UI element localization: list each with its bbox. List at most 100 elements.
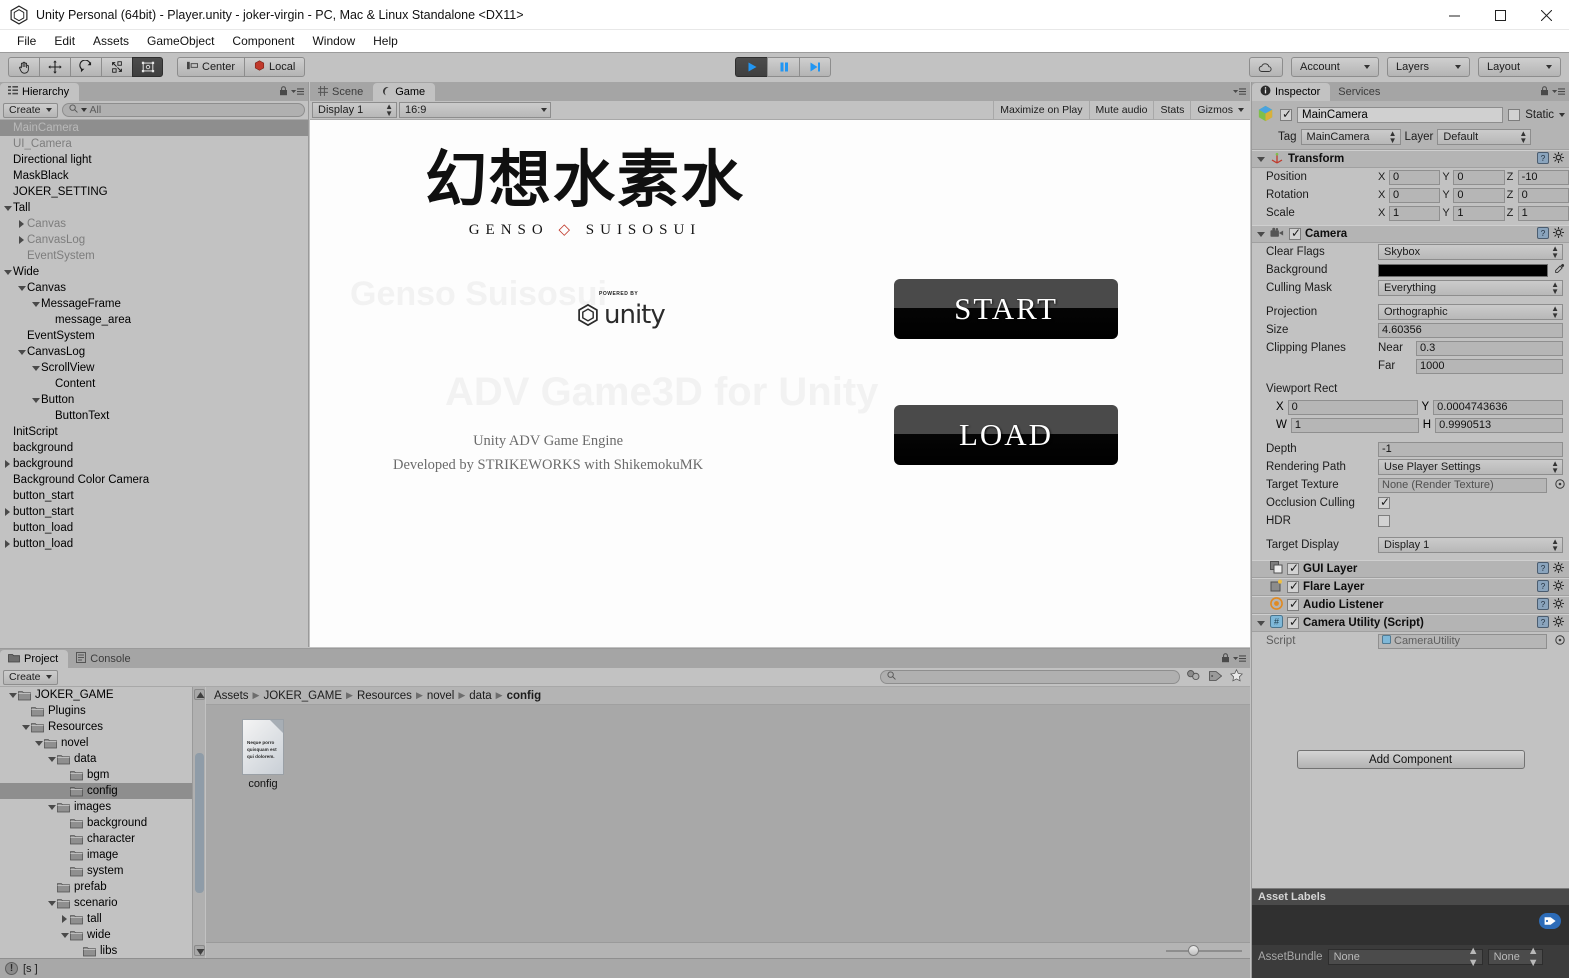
status-bar[interactable]: ! [s ] bbox=[0, 958, 1250, 978]
aspect-dropdown[interactable]: 16:9 bbox=[399, 102, 551, 118]
help-icon[interactable]: ? bbox=[1537, 151, 1549, 167]
menu-edit[interactable]: Edit bbox=[45, 32, 84, 50]
rotate-tool-button[interactable] bbox=[70, 56, 101, 77]
viewport-x-field[interactable]: 0 bbox=[1287, 399, 1418, 415]
hierarchy-item[interactable]: background bbox=[0, 456, 308, 472]
maximize-button[interactable] bbox=[1477, 0, 1523, 30]
hdr-checkbox[interactable] bbox=[1378, 515, 1390, 527]
hierarchy-item[interactable]: InitScript bbox=[0, 424, 308, 440]
target-display-dropdown[interactable]: Display 1 ▲ ▼ bbox=[1378, 537, 1563, 553]
project-create-button[interactable]: Create bbox=[3, 669, 58, 685]
gui-layer-component-header[interactable]: GUI Layer ? bbox=[1252, 560, 1569, 578]
chevron-down-icon[interactable] bbox=[2, 205, 13, 211]
panel-menu-icon[interactable] bbox=[1233, 87, 1246, 99]
flare-layer-enabled-checkbox[interactable] bbox=[1287, 579, 1300, 593]
hierarchy-item[interactable]: Wide bbox=[0, 264, 308, 280]
scale-z-field[interactable]: 1 bbox=[1517, 205, 1569, 221]
project-tree-item[interactable]: data bbox=[0, 751, 204, 767]
project-tree-item[interactable]: scenario bbox=[0, 895, 204, 911]
asset-labels-body[interactable] bbox=[1252, 905, 1569, 945]
rotation-x-field[interactable]: 0 bbox=[1389, 187, 1441, 203]
viewport-h-field[interactable]: 0.9990513 bbox=[1435, 417, 1564, 433]
gear-icon[interactable] bbox=[1553, 615, 1565, 631]
audio-listener-enabled-checkbox[interactable] bbox=[1287, 597, 1300, 611]
lock-icon[interactable] bbox=[1540, 86, 1549, 99]
project-tree-item[interactable]: prefab bbox=[0, 879, 204, 895]
chevron-down-icon[interactable] bbox=[46, 756, 57, 762]
breadcrumb-segment[interactable]: config bbox=[507, 690, 542, 702]
pivot-mode-button[interactable]: Center bbox=[177, 56, 245, 77]
close-button[interactable] bbox=[1523, 0, 1569, 30]
gear-icon[interactable] bbox=[1553, 226, 1565, 242]
clear-flags-dropdown[interactable]: Skybox ▲ ▼ bbox=[1378, 244, 1563, 260]
gear-icon[interactable] bbox=[1553, 151, 1565, 167]
play-button[interactable] bbox=[735, 57, 767, 77]
menu-file[interactable]: File bbox=[8, 32, 45, 50]
hierarchy-item[interactable]: message_area bbox=[0, 312, 308, 328]
chevron-right-icon[interactable] bbox=[2, 540, 13, 548]
menu-help[interactable]: Help bbox=[364, 32, 407, 50]
transform-component-header[interactable]: Transform ? bbox=[1252, 150, 1569, 168]
project-tree-item[interactable]: libs bbox=[0, 943, 204, 958]
tag-icon[interactable] bbox=[1539, 913, 1561, 929]
hierarchy-item[interactable]: button_load bbox=[0, 520, 308, 536]
breadcrumb-segment[interactable]: novel bbox=[427, 690, 455, 702]
chevron-down-icon[interactable] bbox=[7, 692, 18, 698]
hierarchy-create-button[interactable]: Create bbox=[3, 102, 58, 118]
camera-enabled-checkbox[interactable] bbox=[1289, 226, 1302, 240]
chevron-down-icon[interactable] bbox=[16, 285, 27, 291]
panel-menu-icon[interactable] bbox=[1233, 654, 1246, 666]
cloud-button[interactable] bbox=[1249, 57, 1283, 77]
chevron-right-icon[interactable] bbox=[2, 460, 13, 468]
help-icon[interactable]: ? bbox=[1537, 226, 1549, 242]
flare-layer-component-header[interactable]: Flare Layer ? bbox=[1252, 578, 1569, 596]
hierarchy-item[interactable]: button_start bbox=[0, 504, 308, 520]
move-tool-button[interactable] bbox=[39, 56, 70, 77]
layer-dropdown[interactable]: Default ▲ ▼ bbox=[1437, 129, 1532, 145]
display-dropdown[interactable]: Display 1 ▲ ▼ bbox=[312, 102, 397, 118]
tag-dropdown[interactable]: MainCamera ▲ ▼ bbox=[1300, 129, 1401, 145]
tab-hierarchy[interactable]: Hierarchy bbox=[0, 83, 80, 101]
chevron-down-icon[interactable] bbox=[2, 269, 13, 275]
hierarchy-item[interactable]: MaskBlack bbox=[0, 168, 308, 184]
object-picker-icon[interactable] bbox=[1555, 478, 1565, 492]
layout-button[interactable]: Layout bbox=[1478, 57, 1561, 77]
gui-layer-enabled-checkbox[interactable] bbox=[1287, 561, 1300, 575]
position-z-field[interactable]: -10 bbox=[1517, 169, 1569, 185]
hierarchy-item[interactable]: ButtonText bbox=[0, 408, 308, 424]
add-component-button[interactable]: Add Component bbox=[1296, 750, 1525, 769]
project-tree-scrollbar[interactable] bbox=[192, 687, 205, 958]
scroll-thumb[interactable] bbox=[195, 753, 204, 893]
gear-icon[interactable] bbox=[1553, 597, 1565, 613]
help-icon[interactable]: ? bbox=[1537, 597, 1549, 613]
chevron-down-icon[interactable] bbox=[20, 724, 31, 730]
project-tree-item[interactable]: config bbox=[0, 783, 204, 799]
tab-scene[interactable]: Scene bbox=[310, 83, 374, 101]
lock-icon[interactable] bbox=[1221, 653, 1230, 666]
scroll-up-button[interactable] bbox=[194, 689, 205, 700]
gameobject-enabled-checkbox[interactable] bbox=[1280, 107, 1293, 121]
layers-button[interactable]: Layers bbox=[1387, 57, 1470, 77]
scale-y-field[interactable]: 1 bbox=[1453, 205, 1505, 221]
game-render-area[interactable]: ADV Game3D for Unity Genso Suisosui 幻想水素… bbox=[310, 120, 1250, 647]
chevron-right-icon[interactable] bbox=[16, 220, 27, 228]
project-tree-item[interactable]: tall bbox=[0, 911, 204, 927]
hierarchy-item[interactable]: Directional light bbox=[0, 152, 308, 168]
help-icon[interactable]: ? bbox=[1537, 615, 1549, 631]
chevron-down-icon[interactable] bbox=[1559, 113, 1565, 117]
chevron-right-icon[interactable] bbox=[59, 915, 70, 923]
pause-button[interactable] bbox=[767, 57, 799, 77]
hierarchy-item[interactable]: EventSystem bbox=[0, 248, 308, 264]
menu-assets[interactable]: Assets bbox=[84, 32, 138, 50]
chevron-down-icon[interactable] bbox=[1255, 156, 1266, 162]
rect-transform-tool-button[interactable] bbox=[132, 56, 163, 77]
project-tree-item[interactable]: Plugins bbox=[0, 703, 204, 719]
menu-component[interactable]: Component bbox=[223, 32, 303, 50]
rotation-z-field[interactable]: 0 bbox=[1517, 187, 1569, 203]
minimize-button[interactable] bbox=[1431, 0, 1477, 30]
gizmos-button[interactable]: Gizmos bbox=[1190, 100, 1250, 120]
chevron-down-icon[interactable] bbox=[46, 804, 57, 810]
hierarchy-item[interactable]: button_start bbox=[0, 488, 308, 504]
hierarchy-search-input[interactable]: All bbox=[61, 103, 305, 117]
slider-knob[interactable] bbox=[1188, 945, 1199, 956]
